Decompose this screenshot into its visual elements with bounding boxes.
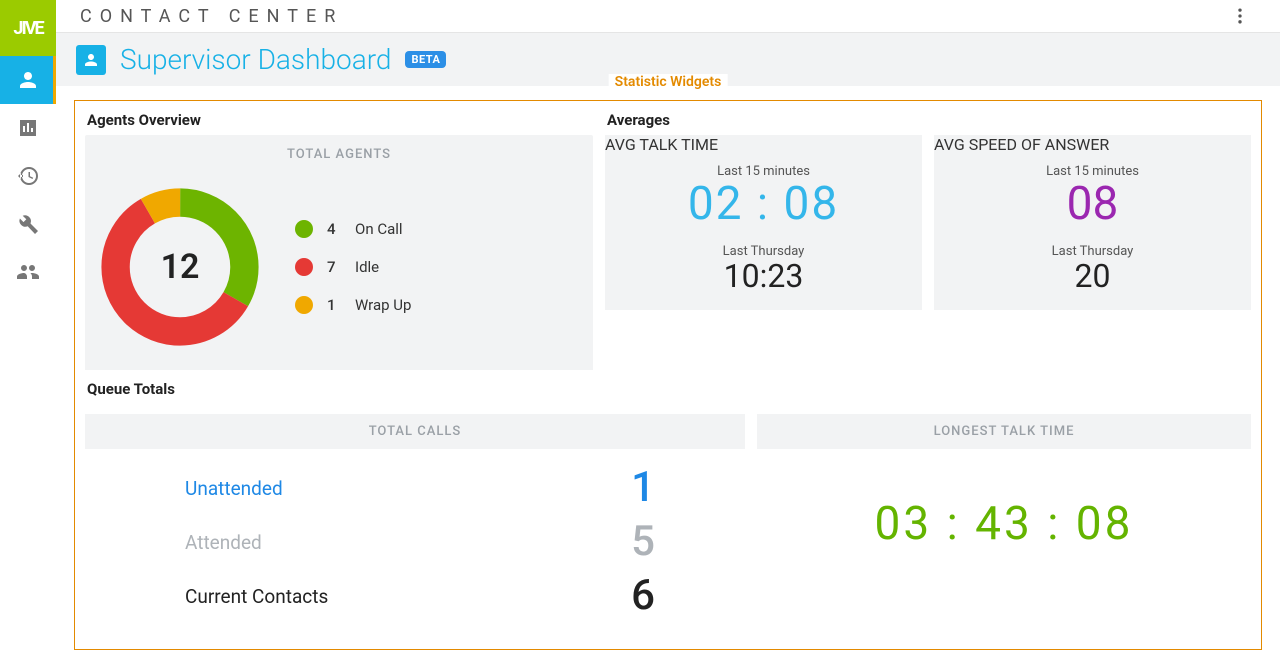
legend-dot	[295, 296, 313, 314]
primary-value: 08	[1067, 179, 1119, 230]
longest-talk-card: LONGEST TALK TIME 03 : 43 : 08	[757, 414, 1251, 635]
agents-legend: 4 On Call 7 Idle 1 Wrap Up	[295, 220, 411, 314]
total-agents-card: TOTAL AGENTS 12 4 On Call 7 Idle 1 Wrap Up	[85, 135, 593, 370]
legend-row: 4 On Call	[295, 220, 411, 238]
averages-title: Averages	[605, 111, 1251, 135]
app-title: CONTACT CENTER	[80, 6, 343, 27]
page-title: Supervisor Dashboard	[120, 43, 391, 76]
total-agents-donut: 12	[95, 182, 265, 352]
wrench-icon	[16, 212, 40, 236]
total-calls-row: Current Contacts 6	[185, 575, 655, 617]
legend-label: Wrap Up	[355, 296, 411, 314]
queue-totals-title: Queue Totals	[85, 380, 1251, 404]
total-calls-row: Attended 5	[185, 521, 655, 563]
beta-badge: BETA	[405, 51, 446, 68]
nav-supervisor[interactable]	[0, 56, 56, 104]
page-icon	[76, 45, 106, 75]
total-calls-head: TOTAL CALLS	[85, 414, 745, 449]
nav-reports[interactable]	[0, 104, 56, 152]
call-row-value: 6	[631, 575, 655, 617]
avg-talk-time-card: AVG TALK TIMELast 15 minutes02 : 08Last …	[605, 135, 922, 310]
total-calls-card: TOTAL CALLS Unattended 1 Attended 5 Current …	[85, 414, 745, 635]
legend-count: 7	[327, 258, 341, 276]
total-calls-row: Unattended 1	[185, 467, 655, 509]
statistic-widgets-group: Agents Overview TOTAL AGENTS 12 4 On Call…	[74, 100, 1262, 650]
history-icon	[16, 164, 40, 188]
call-row-label: Unattended	[185, 477, 283, 500]
legend-count: 1	[327, 296, 341, 314]
more-vert-icon	[1230, 6, 1250, 26]
people-icon	[16, 68, 40, 92]
card-head: AVG SPEED OF ANSWER	[934, 135, 1251, 154]
nav-history[interactable]	[0, 152, 56, 200]
group-icon	[16, 260, 40, 284]
legend-label: On Call	[355, 220, 403, 238]
legend-row: 1 Wrap Up	[295, 296, 411, 314]
more-menu-button[interactable]	[1224, 0, 1256, 32]
longest-talk-head: LONGEST TALK TIME	[757, 414, 1251, 449]
primary-value: 02 : 08	[688, 179, 839, 230]
card-head: AVG TALK TIME	[605, 135, 922, 154]
legend-count: 4	[327, 220, 341, 238]
nav-group[interactable]	[0, 248, 56, 296]
logo: JIVE	[0, 0, 56, 56]
call-row-value: 5	[631, 521, 655, 563]
total-agents-value: 12	[95, 182, 265, 352]
legend-label: Idle	[355, 258, 379, 276]
nav-settings[interactable]	[0, 200, 56, 248]
call-row-label: Current Contacts	[185, 585, 328, 608]
chart-icon	[16, 116, 40, 140]
secondary-value: 20	[1075, 259, 1111, 294]
call-row-label: Attended	[185, 531, 262, 554]
agents-overview-title: Agents Overview	[85, 111, 593, 135]
legend-row: 7 Idle	[295, 258, 411, 276]
secondary-value: 10:23	[724, 259, 804, 294]
avg-speed-answer-card: AVG SPEED OF ANSWERLast 15 minutes08Last…	[934, 135, 1251, 310]
longest-talk-value: 03 : 43 : 08	[874, 497, 1133, 551]
legend-dot	[295, 258, 313, 276]
legend-dot	[295, 220, 313, 238]
total-agents-head: TOTAL AGENTS	[85, 135, 593, 168]
call-row-value: 1	[631, 467, 655, 509]
person-badge-icon	[82, 51, 100, 69]
statistic-widgets-label: Statistic Widgets	[609, 74, 728, 90]
